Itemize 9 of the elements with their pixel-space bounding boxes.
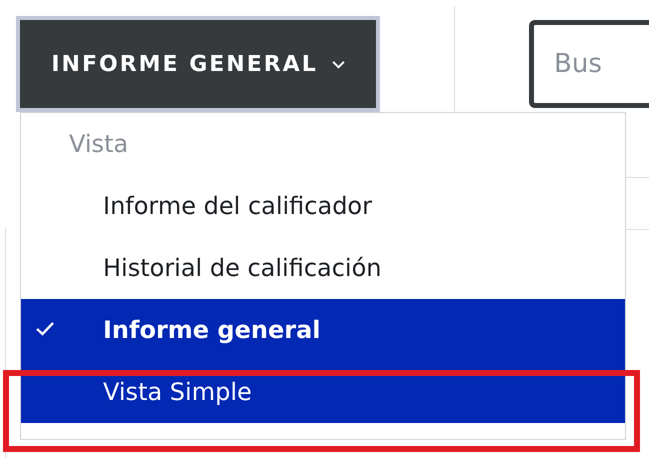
search-field[interactable]: Bus (529, 20, 649, 108)
menu-item[interactable]: Historial de calificación (21, 237, 625, 299)
menu-header: Vista (68, 129, 130, 160)
caret-icon (332, 60, 345, 68)
menu-item[interactable]: Informe general (21, 299, 625, 361)
menu-item[interactable]: Informe del calificador (21, 175, 625, 237)
report-dropdown-button[interactable]: INFORME GENERAL (16, 16, 380, 112)
check-icon (35, 321, 55, 337)
menu-item[interactable]: Vista Simple (21, 361, 625, 423)
